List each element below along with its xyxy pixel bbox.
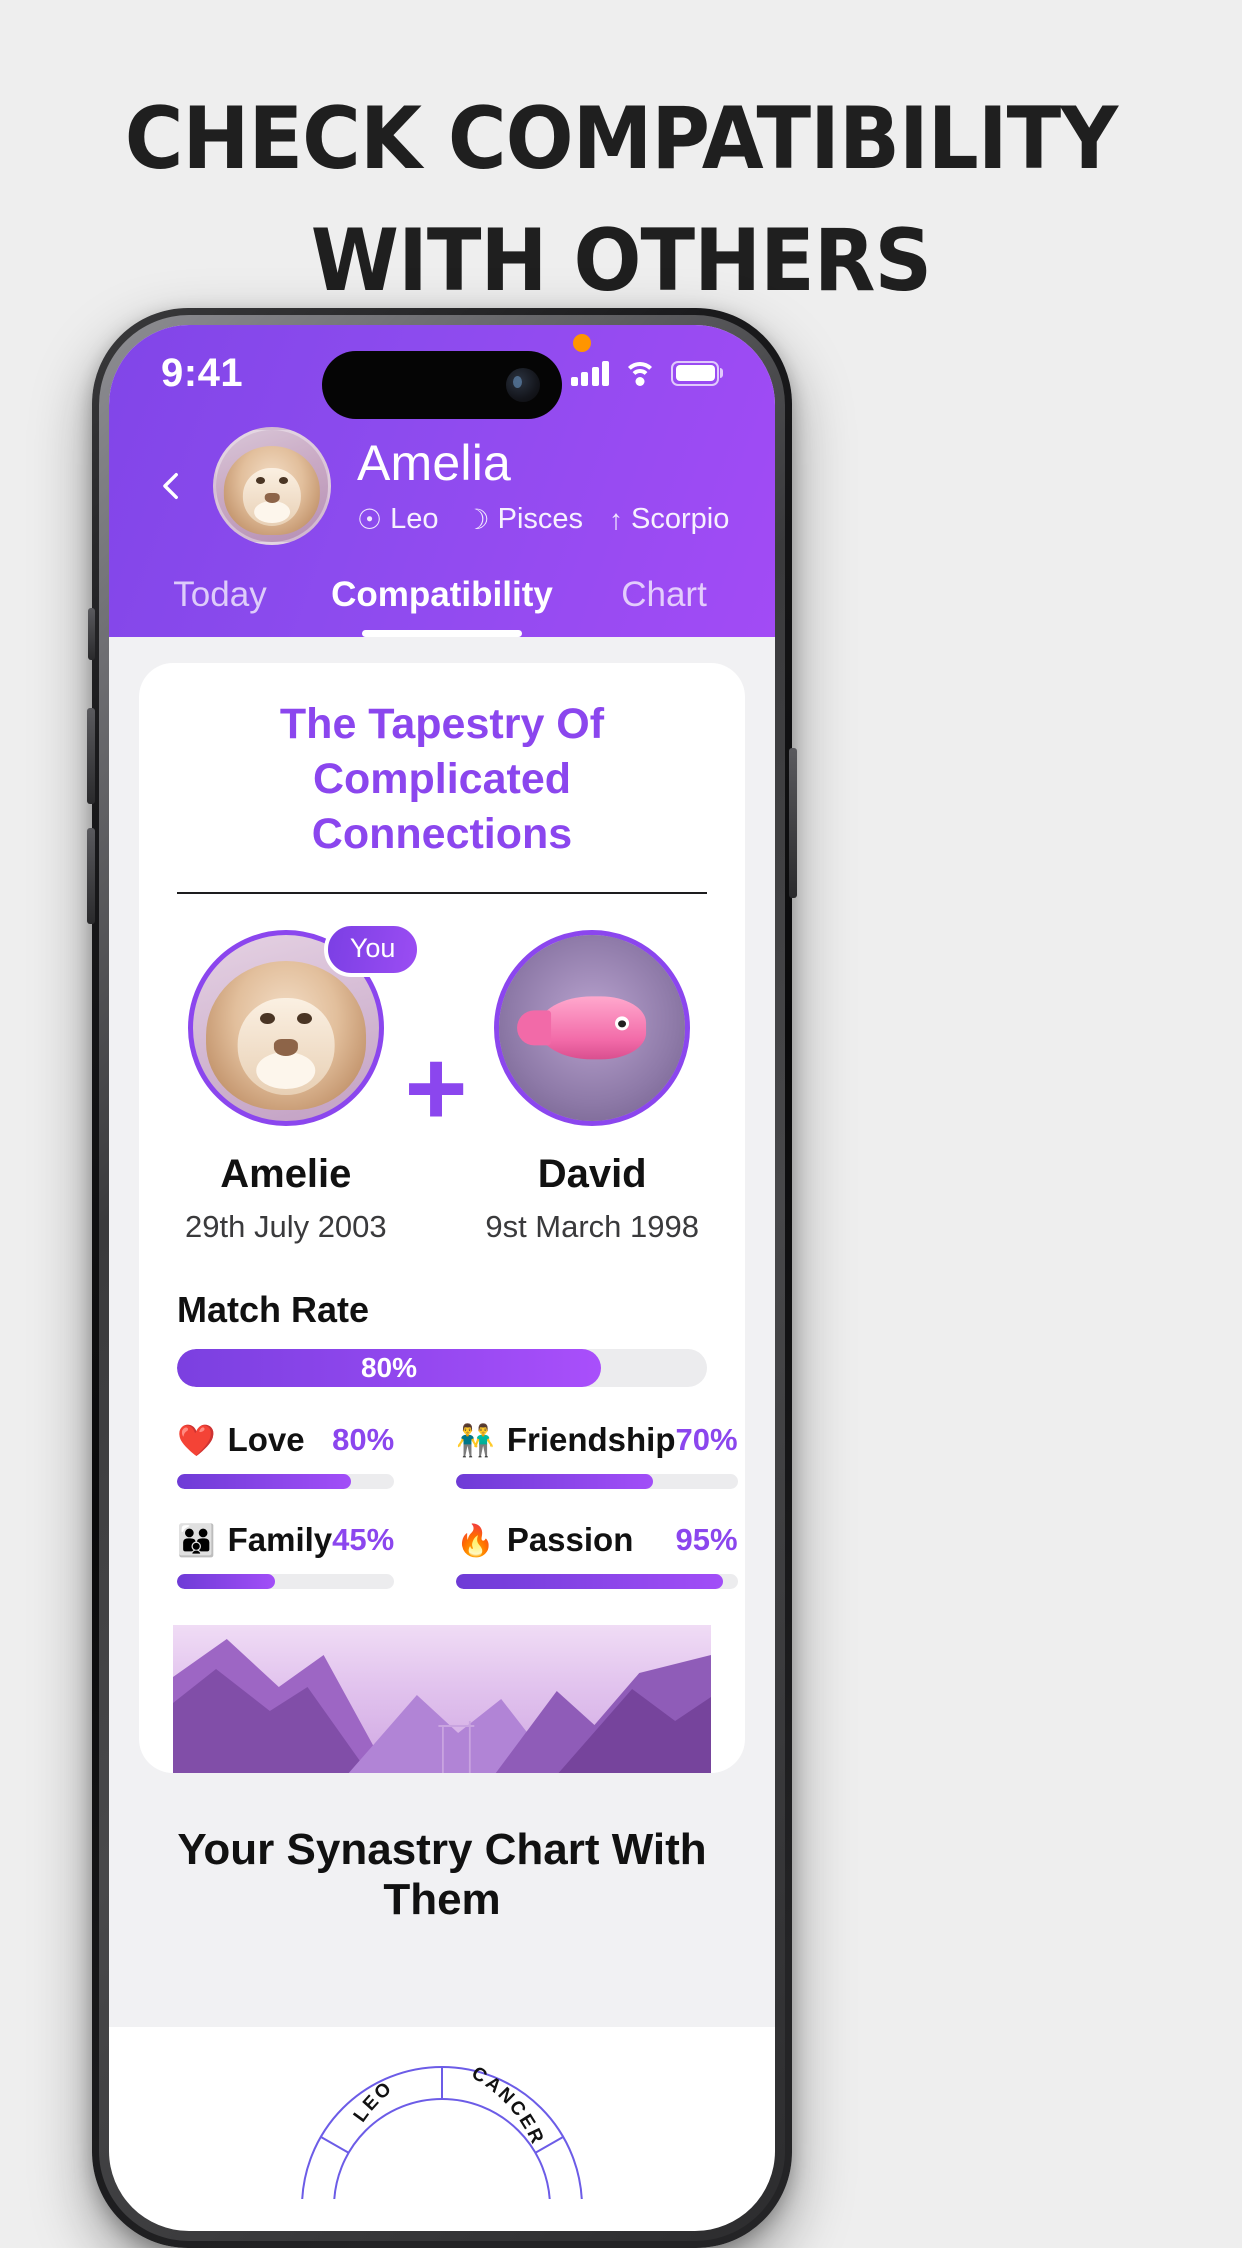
mountain-illustration (173, 1625, 711, 1774)
zodiac-signs: ☉ Leo ☽ Pisces ↑ Scorpio (357, 503, 729, 536)
power-button[interactable] (789, 748, 797, 898)
ascendant-sign: ↑ Scorpio (609, 503, 729, 536)
promo-heading: CHECK COMPATIBILITY WITH OTHERS (43, 78, 1198, 322)
sun-sign-icon: ☉ (357, 504, 383, 535)
status-clock: 9:41 (161, 350, 244, 395)
ascendant-icon: ↑ (609, 503, 624, 535)
synastry-wheel[interactable]: LEO CANCER (212, 1959, 672, 2200)
plus-icon: + (404, 1026, 468, 1148)
metric-family-fill (177, 1574, 275, 1590)
moon-sign-icon: ☽ (464, 504, 490, 535)
promo-line-1: CHECK COMPATIBILITY (124, 89, 1119, 189)
heart-icon: ❤️ (177, 1422, 216, 1458)
chevron-left-icon (163, 472, 178, 500)
you-badge: You (323, 922, 422, 978)
metric-love-track (177, 1474, 395, 1490)
person-other-avatar[interactable] (494, 930, 691, 1127)
metric-passion-label: Passion (506, 1521, 634, 1559)
metric-love: ❤️ Love 80% (177, 1421, 395, 1490)
person-other-date: 9st March 1998 (485, 1209, 699, 1245)
tab-today[interactable]: Today (109, 563, 331, 637)
compatibility-card: The Tapestry Of Complicated Connections … (139, 663, 745, 1774)
synastry-wheel-wrap: LEO CANCER (139, 1959, 745, 2200)
family-icon: 👪 (177, 1522, 216, 1558)
profile-text: Amelia ☉ Leo ☽ Pisces ↑ Scorpio (357, 436, 729, 536)
silent-switch[interactable] (88, 608, 95, 660)
phone-screen: 9:41 Amelia ☉ Leo ☽ Pisces ↑ Scorpio Tod… (109, 325, 775, 2231)
friends-icon: 👬 (456, 1422, 495, 1458)
cellular-signal-icon (570, 360, 609, 386)
metric-family: 👪 Family 45% (177, 1521, 395, 1590)
person-other: David 9st March 1998 (485, 930, 699, 1245)
app-content: The Tapestry Of Complicated Connections … (109, 637, 775, 2200)
metric-love-fill (177, 1474, 351, 1490)
ascendant-label: Scorpio (631, 503, 730, 535)
metrics-grid: ❤️ Love 80% 👬 Friendship 70% 👪 Family 45… (177, 1421, 738, 1590)
tab-bar: Today Compatibility Chart (109, 555, 775, 637)
metric-passion-value: 95% (675, 1522, 738, 1558)
volume-up-button[interactable] (87, 708, 95, 804)
profile-avatar[interactable] (213, 427, 331, 545)
profile-name: Amelia (357, 435, 512, 491)
status-bar: 9:41 (109, 325, 775, 421)
tab-compatibility[interactable]: Compatibility (331, 563, 553, 637)
fire-icon: 🔥 (456, 1522, 495, 1558)
metric-friendship-fill (456, 1474, 654, 1490)
match-rate-fill: 80% (177, 1349, 601, 1388)
volume-down-button[interactable] (87, 828, 95, 924)
match-rate-value: 80% (360, 1352, 418, 1384)
profile-header: Amelia ☉ Leo ☽ Pisces ↑ Scorpio (109, 421, 775, 555)
fish-avatar-icon (499, 935, 686, 1122)
match-rate-track: 80% (177, 1349, 707, 1388)
person-other-name: David (537, 1152, 647, 1197)
lion-avatar-icon (216, 430, 328, 542)
person-you: You Amelie 29th July 2003 (185, 922, 422, 1245)
metric-love-label: Love (227, 1421, 305, 1459)
moon-sign-label: Pisces (497, 503, 584, 535)
synastry-title: Your Synastry Chart With Them (177, 1825, 707, 1925)
promo-headline: CHECK COMPATIBILITY WITH OTHERS (0, 0, 1242, 322)
card-title: The Tapestry Of Complicated Connections (279, 700, 605, 859)
status-icons (570, 334, 719, 386)
sun-sign-label: Leo (390, 503, 439, 535)
moon-sign: ☽ Pisces (465, 503, 584, 536)
metric-friendship-label: Friendship (506, 1421, 676, 1459)
pair-row: You Amelie 29th July 2003 + David 9st Ma… (173, 894, 711, 1245)
front-camera-icon (506, 368, 540, 402)
metric-family-label: Family (227, 1521, 333, 1559)
wifi-icon (623, 360, 657, 386)
metric-passion-track (456, 1574, 738, 1590)
recording-indicator-icon (572, 334, 591, 352)
metric-friendship-value: 70% (675, 1422, 738, 1458)
metric-passion: 🔥 Passion 95% (456, 1521, 738, 1590)
metric-friendship: 👬 Friendship 70% (456, 1421, 738, 1490)
dynamic-island (322, 351, 562, 419)
tab-chart[interactable]: Chart (553, 563, 775, 637)
metric-family-track (177, 1574, 395, 1590)
metric-love-value: 80% (332, 1422, 395, 1458)
person-you-date: 29th July 2003 (185, 1209, 387, 1245)
app-header: 9:41 Amelia ☉ Leo ☽ Pisces ↑ Scorpio Tod… (109, 325, 775, 637)
sun-sign: ☉ Leo (357, 503, 439, 536)
metric-friendship-track (456, 1474, 738, 1490)
back-button[interactable] (143, 457, 201, 515)
metric-passion-fill (456, 1574, 724, 1590)
metric-family-value: 45% (332, 1522, 395, 1558)
phone-mockup: 9:41 Amelia ☉ Leo ☽ Pisces ↑ Scorpio Tod… (87, 308, 797, 2248)
battery-full-icon (671, 360, 719, 386)
person-you-name: Amelie (220, 1152, 352, 1197)
promo-line-2: WITH OTHERS (310, 211, 932, 312)
match-rate-label: Match Rate (177, 1289, 370, 1331)
